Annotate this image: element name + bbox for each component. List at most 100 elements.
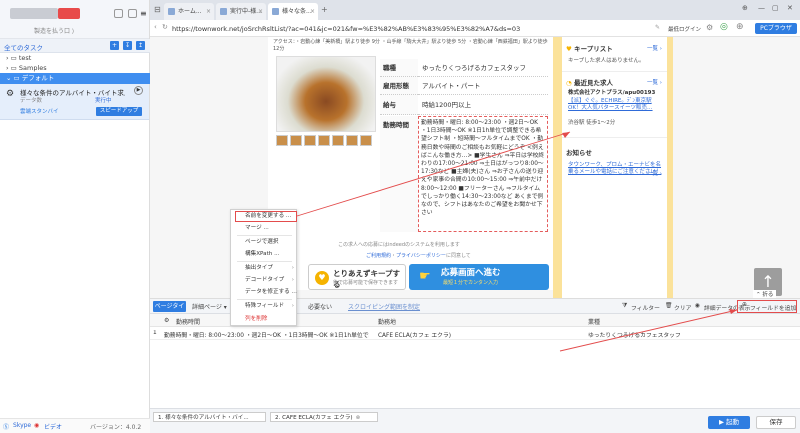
notice-link[interactable]: 一覧 › <box>647 169 662 177</box>
clear-button[interactable]: クリア <box>674 303 691 312</box>
task-status: 実行中 <box>95 98 112 104</box>
reload-icon[interactable]: ↻ <box>162 23 168 31</box>
column-drag-icon[interactable]: ⚙ <box>164 317 169 324</box>
pc-browser-button[interactable]: PCブラウザ <box>755 23 797 34</box>
eye-icon[interactable]: ◉ <box>695 303 700 309</box>
scroll-range-link[interactable]: スクロイピング範囲を制定 <box>348 302 420 311</box>
menu-item-delete-column[interactable]: 列を削除 <box>231 314 298 325</box>
footer-tab-2[interactable]: 2. CAFE ECLA(カフェ エクラ) ⊗ <box>270 412 378 422</box>
start-button[interactable]: ▶ 起動 <box>708 416 750 429</box>
photo-thumbnail[interactable] <box>304 135 316 146</box>
back-tabs-icon[interactable]: ⊟ <box>154 5 161 14</box>
globe-icon[interactable]: ⊕ <box>736 22 744 32</box>
right-column: ♥ キープリスト 一覧 › キープした求人はありません。 ◔ 最近見た求人 一覧… <box>562 37 667 298</box>
recent-title: ◔ 最近見た求人 <box>566 77 613 87</box>
job-detail: アクセス：・岩動心練「美新橋」駅より徒歩 9分 ・山手線「駒大大井」駅より徒歩 … <box>268 37 553 290</box>
food-photo[interactable] <box>276 56 376 132</box>
cloud-standby-link[interactable]: 雲端スタンバイ <box>20 107 59 115</box>
access-info: アクセス：・岩動心練「美新橋」駅より徒歩 9分 ・山手線「駒大大井」駅より徒歩 … <box>273 39 548 52</box>
fold-label: 折る <box>762 292 774 298</box>
photo-thumbnail[interactable] <box>360 135 372 146</box>
skype-link[interactable]: Skype <box>13 422 31 429</box>
recent-job-link[interactable]: 【派】ぐぐ。ECHIRE。ﾃﾞﾝ東京駅OK！大人気バタースイーツ販売… <box>568 98 663 112</box>
column-header[interactable]: 勤務地 <box>378 317 396 326</box>
page-type-button[interactable]: ページタイプ <box>153 301 186 321</box>
skype-icon[interactable]: Ⓢ <box>3 422 9 431</box>
edit-icon[interactable]: ✎ <box>655 24 660 31</box>
tab-active[interactable]: 様々な条... × <box>268 3 318 20</box>
fold-toggle[interactable]: ⌃ 折る <box>753 290 777 298</box>
menu-icon[interactable]: ≡ <box>140 9 149 18</box>
heart-icon: ♥ <box>315 271 329 285</box>
new-tab-icon[interactable]: + <box>321 5 328 14</box>
video-link[interactable]: ビデオ <box>44 422 62 431</box>
menu-item-extract-type[interactable]: 抽出タイプ › <box>231 263 298 274</box>
save-button[interactable]: 保存 <box>756 416 796 429</box>
url-field[interactable]: https://townwork.net/joSrchRsltList/?ac=… <box>172 25 520 33</box>
task-card[interactable]: ⚙ 様々な条件のアルバイト・バイト求人情報... ▶ データ数 実行中 雲端スタ… <box>0 84 149 120</box>
trash-icon[interactable]: 🗑 <box>665 303 672 309</box>
close-icon[interactable]: × <box>310 3 315 20</box>
sidebar-subtitle[interactable]: 製造を払う口 ⟩ <box>34 26 74 35</box>
cell-job-type[interactable]: ゆったりくつろげるカフェスタッフ <box>588 330 788 339</box>
play-icon[interactable]: ▶ <box>134 86 143 95</box>
tree-item-default[interactable]: ⌄ ▭ デフォルト <box>0 73 150 84</box>
recent-link[interactable]: 一覧 › <box>647 78 662 86</box>
menu-item-decode-type[interactable]: デコードタイプ › <box>231 275 298 286</box>
menu-item-select-on-page[interactable]: ページで選択 <box>231 237 298 248</box>
chevron-right-icon: › <box>291 303 294 309</box>
terms-link[interactable]: ご利用規約 <box>366 253 391 259</box>
close-icon[interactable]: × <box>206 3 211 20</box>
job-type-value: ゆったりくつろげるカフェスタッフ <box>418 59 548 77</box>
chevron-right-icon: › <box>291 277 294 283</box>
extension-icon[interactable]: ◎ <box>720 22 728 32</box>
filter-button[interactable]: フィルター <box>631 303 660 312</box>
close-icon[interactable]: × <box>258 3 263 20</box>
employment-value: アルバイト・パート <box>418 77 548 95</box>
menu-divider <box>237 261 292 262</box>
photo-thumbnail[interactable] <box>276 135 288 146</box>
close-icon[interactable]: ⊗ <box>356 415 361 421</box>
new-folder-icon[interactable]: + <box>110 41 119 50</box>
privacy-link[interactable]: プライバシーポリシー <box>396 253 446 259</box>
column-header[interactable]: 勤務時間 <box>176 317 200 326</box>
footer-tab-1[interactable]: 1. 様々な条件のアルバイト・バイ... <box>153 412 266 422</box>
close-window-icon[interactable]: ✕ <box>787 4 793 12</box>
menu-item-special-field[interactable]: 特殊フィールド › <box>231 301 298 312</box>
export-icon[interactable]: ↥ <box>136 41 145 50</box>
pin-icon[interactable]: ⊕ <box>742 4 748 12</box>
photo-thumbnail[interactable] <box>332 135 344 146</box>
menu-item-merge[interactable]: マージ ... <box>231 223 298 234</box>
keeplist-link[interactable]: 一覧 › <box>647 44 662 52</box>
speed-up-button[interactable]: スピードアップ <box>96 107 142 116</box>
settings-gear-icon[interactable]: ⚙ <box>706 23 713 32</box>
cell-work-hours[interactable]: 勤務時間・曜日: 8:00～23:00 ・週2日～OK ・1日3時間～OK ※1… <box>164 330 369 339</box>
all-tasks-label[interactable]: 全てのタスク <box>4 42 43 52</box>
minimize-icon[interactable] <box>128 9 137 18</box>
maximize-window-icon[interactable]: ▢ <box>772 4 779 12</box>
tab-favicon <box>168 8 175 15</box>
back-icon[interactable]: ‹ <box>154 23 157 31</box>
detail-page-dropdown[interactable]: 詳細ページ ▾ <box>192 302 227 311</box>
tab-home[interactable]: ホーム... × <box>164 3 214 20</box>
login-link[interactable]: 最低ログイン <box>668 25 701 33</box>
photo-thumbnail[interactable] <box>318 135 330 146</box>
video-icon[interactable]: ◉ <box>34 422 39 429</box>
apply-button[interactable]: ☛ 応募画面へ進む 最短１分でカンタン入力 <box>409 264 549 290</box>
minimize-window-icon[interactable]: — <box>758 4 765 12</box>
settings-icon[interactable] <box>114 9 123 18</box>
menu-item-modify-data[interactable]: データを修正する ... <box>231 287 298 298</box>
import-icon[interactable]: ↧ <box>123 41 132 50</box>
menu-item-edit-xpath[interactable]: 構集XPath ... <box>231 249 298 260</box>
column-header[interactable]: 業種 <box>588 317 600 326</box>
photo-thumbnail[interactable] <box>346 135 358 146</box>
unneeded-dropdown[interactable]: 必要ない <box>308 302 332 311</box>
tab-running[interactable]: 実行中-様... × <box>216 3 266 20</box>
photo-thumbnail[interactable] <box>290 135 302 146</box>
keep-button[interactable]: ♥ とりあえずキープする 後で応募可能で保存できます <box>308 264 406 290</box>
filter-icon[interactable]: ⧩ <box>622 303 627 310</box>
cell-location[interactable]: CAFE ECLA(カフェ エクラ) <box>378 330 578 339</box>
work-hours-value[interactable]: 勤務時間・曜日: 8:00～23:00 ・週2日～OK ・1日3時間～OK ※1… <box>418 116 548 232</box>
footer-bar: 1. 様々な条件のアルバイト・バイ... 2. CAFE ECLA(カフェ エク… <box>150 408 800 433</box>
table-row[interactable]: 1 勤務時間・曜日: 8:00～23:00 ・週2日～OK ・1日3時間～OK … <box>150 327 800 340</box>
